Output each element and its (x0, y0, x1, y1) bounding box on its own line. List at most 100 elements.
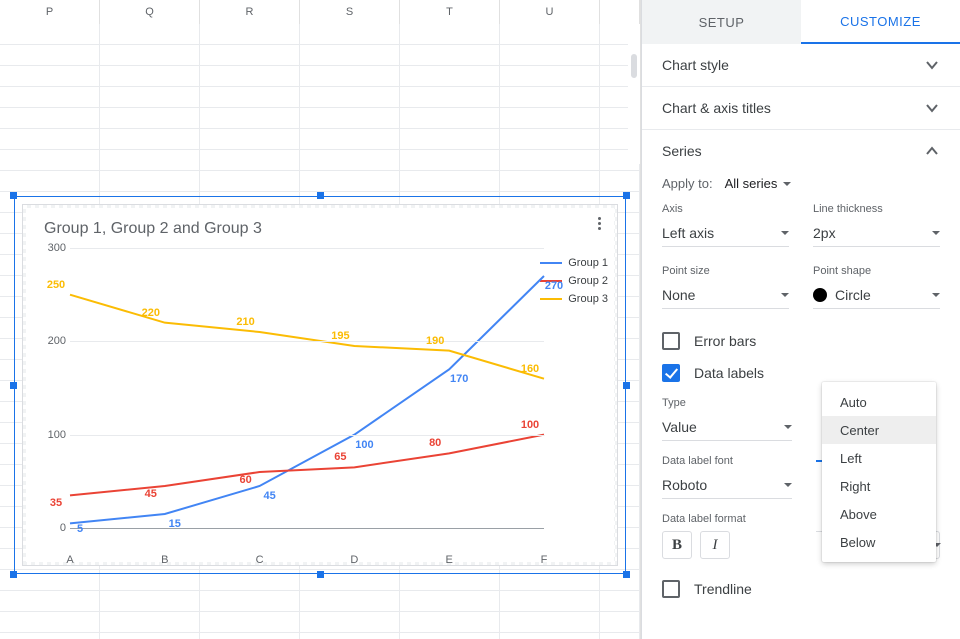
data-label: 195 (331, 330, 349, 342)
point-shape-select[interactable]: Circle (813, 281, 940, 309)
apply-to-select[interactable]: All series (725, 176, 792, 191)
data-label-font-label: Data label font (662, 455, 792, 467)
legend-label: Group 2 (568, 275, 608, 287)
data-label: 100 (355, 439, 373, 451)
chart-card[interactable]: Group 1, Group 2 and Group 3 Group 1 Grou… (22, 204, 618, 566)
y-tick: 0 (44, 522, 66, 534)
col-header[interactable] (600, 0, 640, 24)
x-tick: B (161, 554, 168, 566)
resize-handle[interactable] (623, 571, 630, 578)
error-bars-checkbox[interactable] (662, 332, 680, 350)
data-label: 100 (521, 419, 539, 431)
col-header[interactable]: P (0, 0, 100, 24)
data-label: 190 (426, 335, 444, 347)
data-labels-label: Data labels (694, 365, 764, 381)
chart-menu-icon[interactable] (590, 214, 608, 232)
chart-plot: 0100200300ABCDEF515451001702703545606580… (46, 248, 544, 548)
section-chart-style[interactable]: Chart style (662, 44, 940, 86)
data-label: 5 (77, 523, 83, 535)
section-chart-axis-titles[interactable]: Chart & axis titles (662, 87, 940, 129)
data-label: 45 (263, 490, 275, 502)
x-tick: E (446, 554, 453, 566)
col-header[interactable]: S (300, 0, 400, 24)
data-label: 170 (450, 373, 468, 385)
x-tick: D (350, 554, 358, 566)
data-label: 210 (236, 316, 254, 328)
resize-handle[interactable] (623, 192, 630, 199)
position-option[interactable]: Center (822, 416, 936, 444)
vertical-scrollbar[interactable] (628, 24, 640, 164)
tab-customize[interactable]: CUSTOMIZE (801, 0, 960, 44)
error-bars-label: Error bars (694, 333, 756, 349)
data-label: 35 (50, 497, 62, 509)
chart-title[interactable]: Group 1, Group 2 and Group 3 (44, 220, 262, 238)
bold-button[interactable]: B (662, 531, 692, 559)
y-tick: 100 (44, 429, 66, 441)
legend-label: Group 1 (568, 257, 608, 269)
data-label: 15 (169, 518, 181, 530)
resize-handle[interactable] (10, 192, 17, 199)
line-thickness-select[interactable]: 2px (813, 219, 940, 247)
x-tick: F (541, 554, 548, 566)
data-labels-checkbox[interactable] (662, 364, 680, 382)
error-bars-row[interactable]: Error bars (662, 325, 940, 357)
dropdown-icon (784, 483, 792, 487)
trendline-row[interactable]: Trendline (662, 573, 940, 605)
col-header[interactable]: R (200, 0, 300, 24)
position-dropdown: AutoCenterLeftRightAboveBelow (822, 382, 936, 562)
data-label: 65 (334, 451, 346, 463)
axis-select[interactable]: Left axis (662, 219, 789, 247)
dropdown-icon (781, 231, 789, 235)
data-label: 270 (545, 280, 563, 292)
legend-item[interactable]: Group 3 (540, 290, 608, 308)
col-header[interactable]: T (400, 0, 500, 24)
resize-handle[interactable] (317, 192, 324, 199)
dropdown-icon (932, 231, 940, 235)
section-label: Series (662, 143, 702, 159)
point-shape-label: Point shape (813, 265, 940, 277)
tab-setup[interactable]: SETUP (642, 0, 801, 44)
section-series[interactable]: Series (662, 130, 940, 172)
data-label: 80 (429, 437, 441, 449)
x-tick: A (66, 554, 73, 566)
data-label: 250 (47, 279, 65, 291)
point-size-select[interactable]: None (662, 281, 789, 309)
col-header[interactable]: U (500, 0, 600, 24)
position-option[interactable]: Right (822, 472, 936, 500)
position-option[interactable]: Auto (822, 388, 936, 416)
data-label-font-select[interactable]: Roboto (662, 471, 792, 499)
col-header[interactable]: Q (100, 0, 200, 24)
position-option[interactable]: Below (822, 528, 936, 556)
line-thickness-label: Line thickness (813, 203, 940, 215)
position-option[interactable]: Above (822, 500, 936, 528)
chart-editor-panel: SETUP CUSTOMIZE Chart style Chart & axis… (641, 0, 960, 639)
chevron-down-icon (924, 100, 940, 116)
position-option[interactable]: Left (822, 444, 936, 472)
italic-button[interactable]: I (700, 531, 730, 559)
chevron-up-icon (924, 143, 940, 159)
chart-selection[interactable]: Group 1, Group 2 and Group 3 Group 1 Grou… (14, 196, 626, 574)
spreadsheet[interactable]: P Q R S T U Group 1, Group 2 and Group 3 (0, 0, 641, 639)
dropdown-icon (781, 293, 789, 297)
y-tick: 200 (44, 335, 66, 347)
legend-item[interactable]: Group 1 (540, 254, 608, 272)
resize-handle[interactable] (317, 571, 324, 578)
resize-handle[interactable] (10, 571, 17, 578)
dropdown-icon (784, 425, 792, 429)
trendline-label: Trendline (694, 581, 752, 597)
dropdown-icon (932, 293, 940, 297)
data-label: 60 (239, 474, 251, 486)
type-select[interactable]: Value (662, 413, 792, 441)
data-label: 220 (142, 307, 160, 319)
resize-handle[interactable] (10, 382, 17, 389)
trendline-checkbox[interactable] (662, 580, 680, 598)
section-label: Chart style (662, 57, 729, 73)
panel-tabs: SETUP CUSTOMIZE (642, 0, 960, 44)
type-label: Type (662, 397, 792, 409)
data-label: 45 (145, 488, 157, 500)
legend-label: Group 3 (568, 293, 608, 305)
dropdown-icon (783, 182, 791, 186)
resize-handle[interactable] (623, 382, 630, 389)
apply-to-label: Apply to: (662, 176, 713, 191)
chevron-down-icon (924, 57, 940, 73)
